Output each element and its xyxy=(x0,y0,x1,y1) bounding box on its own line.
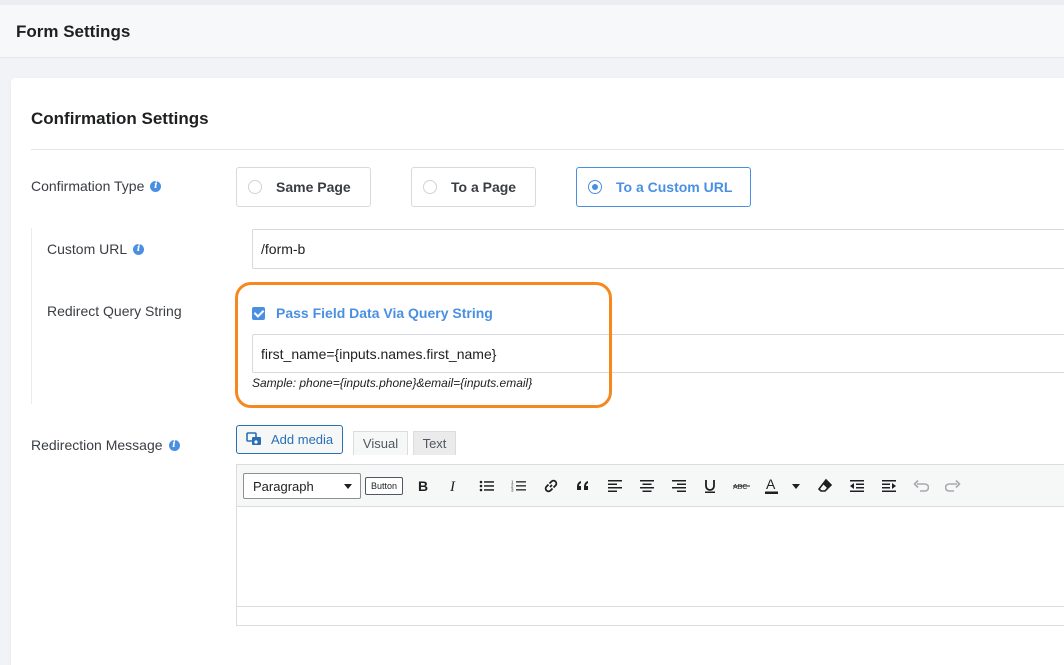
radio-circle[interactable] xyxy=(423,180,437,194)
insert-button-button[interactable]: Button xyxy=(365,477,403,495)
radio-circle[interactable] xyxy=(248,180,262,194)
insert-button-label: Button xyxy=(370,481,398,491)
confirmation-type-label: Confirmation Type i xyxy=(31,178,162,194)
radio-label: To a Page xyxy=(451,179,517,195)
strikethrough-icon[interactable]: ABC xyxy=(731,475,753,497)
svg-text:ABC: ABC xyxy=(733,484,747,491)
section-divider xyxy=(31,149,1064,150)
add-media-button[interactable]: Add media xyxy=(236,425,343,454)
blockquote-icon[interactable] xyxy=(572,475,594,497)
italic-icon[interactable]: I xyxy=(443,475,465,497)
radio-label: Same Page xyxy=(276,179,351,195)
info-icon[interactable]: i xyxy=(168,439,180,451)
radio-to-a-page[interactable]: To a Page xyxy=(411,167,536,207)
tab-visual[interactable]: Visual xyxy=(353,431,408,455)
redirect-query-label: Redirect Query String xyxy=(47,303,182,319)
custom-url-label-text: Custom URL xyxy=(47,241,128,257)
page-title: Form Settings xyxy=(16,22,131,41)
rich-text-editor[interactable]: Paragraph Button B I 123 ABC A xyxy=(236,464,1064,626)
tab-label: Visual xyxy=(362,436,399,451)
custom-url-label: Custom URL i xyxy=(47,241,145,257)
redirection-message-label-text: Redirection Message xyxy=(31,437,163,453)
confirmation-type-label-text: Confirmation Type xyxy=(31,178,145,194)
radio-label: To a Custom URL xyxy=(616,179,733,195)
undo-icon[interactable] xyxy=(910,475,932,497)
clear-formatting-icon[interactable] xyxy=(814,475,836,497)
nested-settings-rule xyxy=(31,228,32,404)
add-media-icon xyxy=(246,432,263,447)
radio-circle-selected[interactable] xyxy=(588,180,602,194)
link-icon[interactable] xyxy=(540,475,562,497)
tab-text[interactable]: Text xyxy=(413,431,456,455)
highlight-outline xyxy=(235,282,612,408)
redirection-message-label: Redirection Message i xyxy=(31,437,180,453)
bold-icon[interactable]: B xyxy=(412,475,434,497)
editor-statusbar-divider xyxy=(237,606,1064,607)
paragraph-format-select[interactable]: Paragraph xyxy=(243,473,361,499)
text-color-icon[interactable]: A xyxy=(763,475,803,497)
underline-icon[interactable] xyxy=(699,475,721,497)
redo-icon[interactable] xyxy=(942,475,964,497)
add-media-label: Add media xyxy=(271,432,334,447)
redirect-query-label-text: Redirect Query String xyxy=(47,303,182,319)
svg-text:I: I xyxy=(449,479,456,493)
radio-to-a-custom-url[interactable]: To a Custom URL xyxy=(576,167,751,207)
info-icon[interactable]: i xyxy=(150,180,162,192)
svg-text:3: 3 xyxy=(511,488,514,493)
editor-toolbar: Paragraph Button B I 123 ABC A xyxy=(237,465,1064,507)
outdent-icon[interactable] xyxy=(846,475,868,497)
page-header: Form Settings xyxy=(0,5,1064,58)
bullet-list-icon[interactable] xyxy=(476,475,498,497)
tab-label: Text xyxy=(422,436,447,451)
align-center-icon[interactable] xyxy=(636,475,658,497)
custom-url-input[interactable]: /form-b xyxy=(252,229,1064,269)
indent-icon[interactable] xyxy=(878,475,900,497)
align-right-icon[interactable] xyxy=(668,475,690,497)
align-left-icon[interactable] xyxy=(604,475,626,497)
chevron-down-icon xyxy=(344,484,352,489)
format-select-value: Paragraph xyxy=(253,478,314,494)
custom-url-value: /form-b xyxy=(261,241,306,257)
numbered-list-icon[interactable]: 123 xyxy=(508,475,530,497)
radio-same-page[interactable]: Same Page xyxy=(236,167,371,207)
svg-text:A: A xyxy=(766,477,776,492)
svg-text:B: B xyxy=(418,479,428,493)
info-icon[interactable]: i xyxy=(133,243,145,255)
section-title: Confirmation Settings xyxy=(31,109,209,128)
